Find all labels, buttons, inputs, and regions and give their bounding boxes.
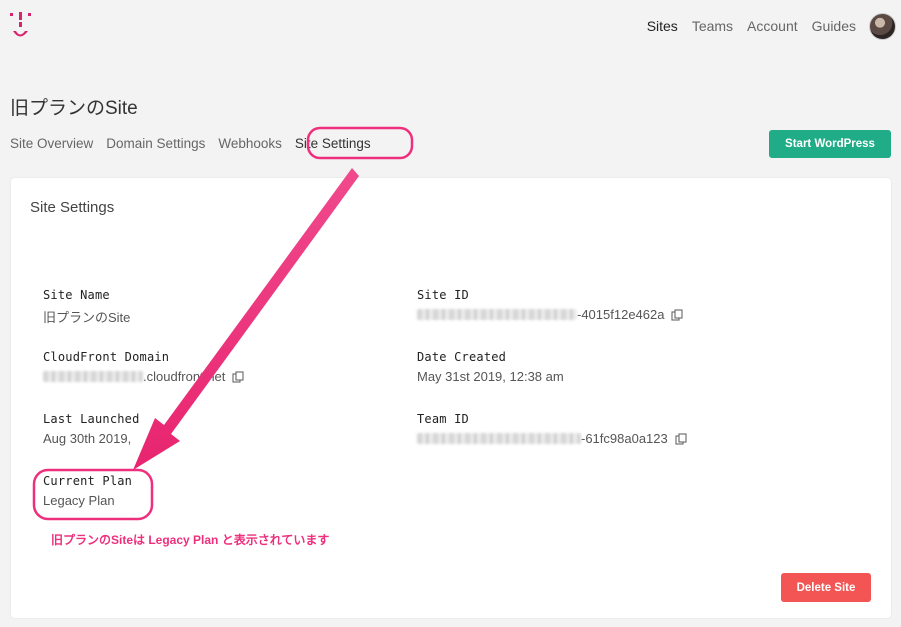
last-launched-label: Last Launched: [43, 412, 140, 426]
team-id-value: -61fc98a0a123: [581, 431, 668, 446]
site-id-label: Site ID: [417, 288, 469, 302]
date-created-label: Date Created: [417, 350, 507, 364]
redacted-text: [43, 371, 143, 382]
cloudfront-domain-label: CloudFront Domain: [43, 350, 170, 364]
site-tabs: Site Overview Domain Settings Webhooks S…: [10, 136, 384, 151]
copy-icon[interactable]: [675, 432, 687, 445]
card-title: Site Settings: [30, 199, 115, 216]
nav-item-sites[interactable]: Sites: [647, 18, 678, 34]
brand-logo[interactable]: [8, 12, 34, 44]
current-plan-field: Current Plan Legacy Plan: [43, 474, 132, 508]
user-avatar[interactable]: [869, 13, 896, 40]
tab-site-settings[interactable]: Site Settings: [295, 136, 371, 151]
team-id-field: Team ID -61fc98a0a123: [417, 412, 687, 446]
redacted-text: [417, 433, 581, 444]
last-launched-field: Last Launched Aug 30th 2019, am: [43, 412, 171, 446]
delete-site-button[interactable]: Delete Site: [781, 573, 871, 602]
redacted-text: [417, 309, 577, 320]
tab-domain-settings[interactable]: Domain Settings: [106, 136, 205, 151]
date-created-field: Date Created May 31st 2019, 12:38 am: [417, 350, 564, 384]
nav-item-account[interactable]: Account: [747, 18, 798, 34]
nav-item-guides[interactable]: Guides: [812, 18, 856, 34]
last-launched-value: Aug 30th 2019, am: [43, 431, 171, 446]
team-id-label: Team ID: [417, 412, 469, 426]
copy-icon[interactable]: [671, 308, 684, 321]
current-plan-value: Legacy Plan: [43, 493, 115, 508]
nav-item-teams[interactable]: Teams: [692, 18, 733, 34]
site-name-label: Site Name: [43, 288, 110, 302]
cloudfront-domain-value: .cloudfront.net: [143, 369, 226, 384]
site-id-value: -4015f12e462a: [577, 307, 665, 322]
start-wordpress-button[interactable]: Start WordPress: [769, 130, 891, 158]
annotation-caption: 旧プランのSiteは Legacy Plan と表示されています: [51, 533, 330, 547]
tab-site-overview[interactable]: Site Overview: [10, 136, 93, 151]
tab-webhooks[interactable]: Webhooks: [218, 136, 282, 151]
site-name-field: Site Name 旧プランのSite: [43, 288, 130, 326]
copy-icon[interactable]: [232, 370, 244, 383]
current-plan-label: Current Plan: [43, 474, 133, 488]
site-name-value: 旧プランのSite: [43, 310, 131, 325]
site-settings-card: Site Settings Site Name 旧プランのSite Site I…: [11, 178, 891, 618]
site-id-field: Site ID -4015f12e462a: [417, 288, 684, 322]
top-nav: Sites Teams Account Guides: [647, 18, 856, 34]
date-created-value: May 31st 2019, 12:38 am: [417, 369, 564, 384]
cloudfront-domain-field: CloudFront Domain .cloudfront.net: [43, 350, 244, 384]
page-title: 旧プランのSite: [10, 98, 138, 119]
